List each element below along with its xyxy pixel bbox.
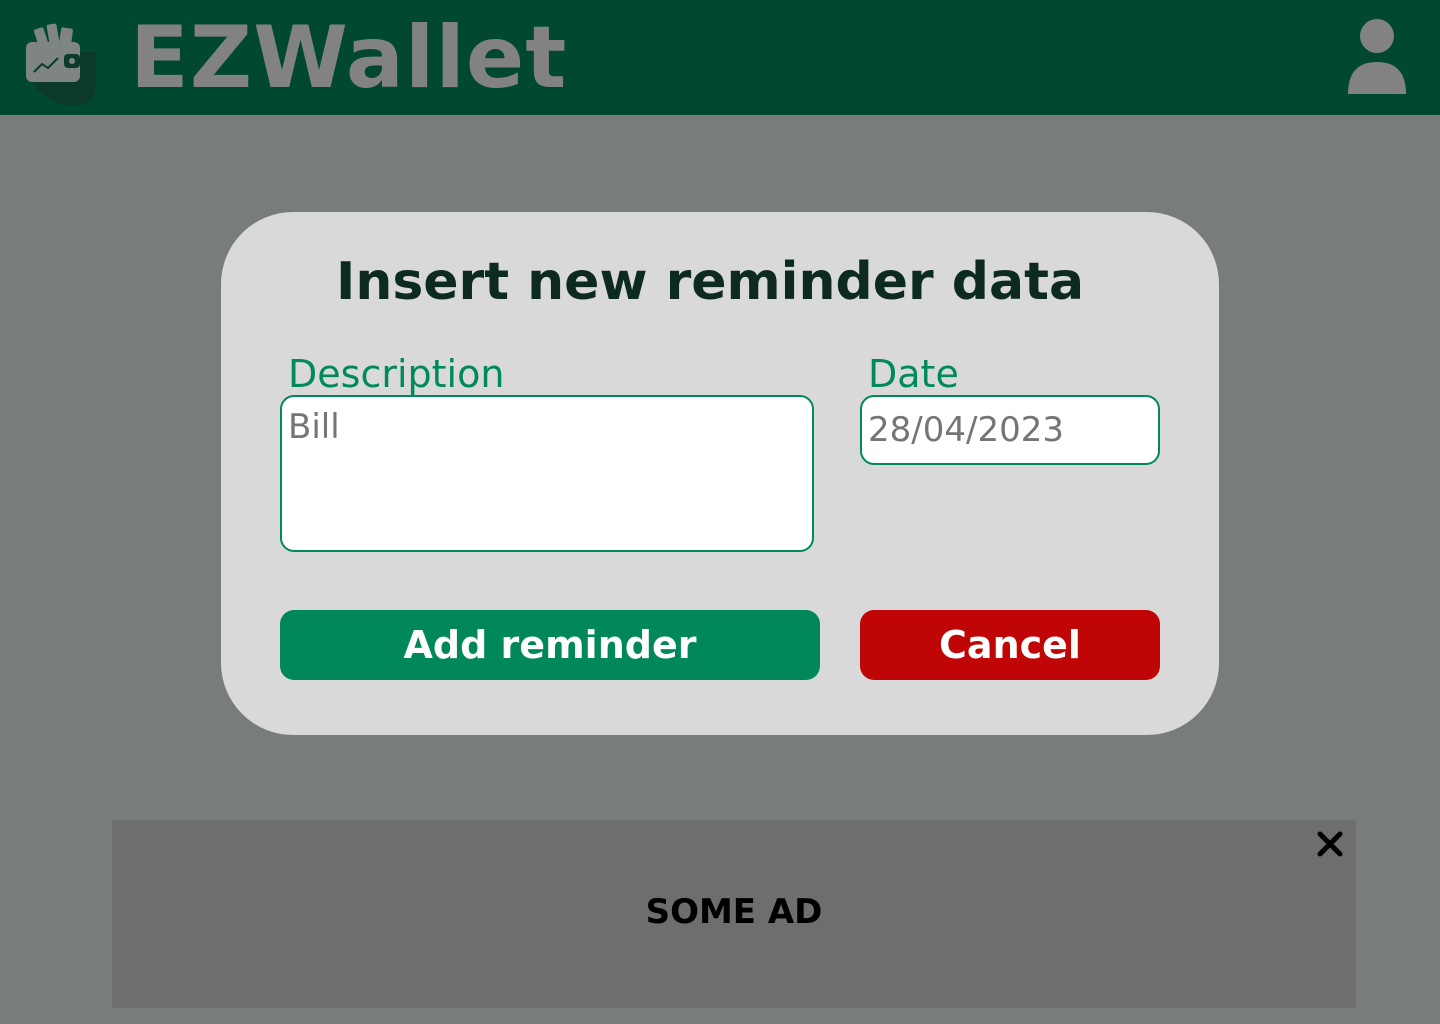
date-input[interactable] [860, 395, 1160, 465]
wallet-icon[interactable] [22, 22, 102, 108]
new-reminder-dialog: Insert new reminder data Description Dat… [221, 212, 1219, 735]
description-input[interactable] [280, 395, 814, 552]
dialog-title: Insert new reminder data [335, 252, 1085, 312]
ad-text: SOME AD [645, 892, 823, 932]
user-icon[interactable] [1345, 18, 1409, 98]
close-icon[interactable] [1316, 830, 1344, 858]
date-label: Date [868, 352, 959, 396]
ad-banner[interactable]: SOME AD [112, 820, 1356, 1008]
add-reminder-button[interactable]: Add reminder [280, 610, 820, 680]
cancel-button[interactable]: Cancel [860, 610, 1160, 680]
app-title: EZWallet [130, 8, 568, 108]
description-label: Description [288, 352, 505, 396]
top-bar: EZWallet [0, 0, 1440, 115]
